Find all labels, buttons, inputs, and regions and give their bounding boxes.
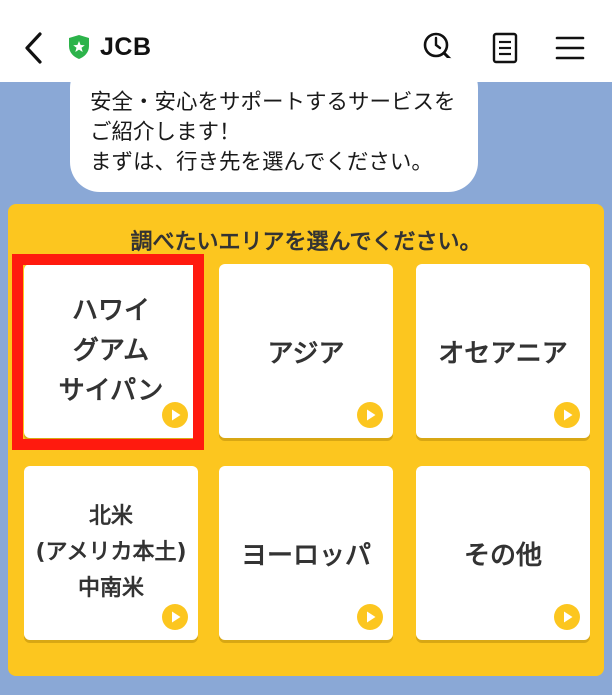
area-tile-north-latin-america[interactable]: 北米 (アメリカ本土) 中南米 <box>24 466 198 640</box>
selection-highlight-box <box>12 254 204 450</box>
back-button[interactable] <box>14 28 54 68</box>
area-tile-europe[interactable]: ヨーロッパ <box>219 466 393 640</box>
chat-message-bubble: 安全・安心をサポートするサービスをご紹介します！ まずは、行き先を選んでください… <box>70 58 478 192</box>
play-arrow-icon <box>357 402 383 428</box>
hamburger-menu-icon <box>555 36 585 60</box>
area-tile-other[interactable]: その他 <box>416 466 590 640</box>
play-arrow-icon <box>554 402 580 428</box>
document-icon <box>492 32 518 64</box>
back-arrow-icon <box>25 32 42 64</box>
play-arrow-icon <box>554 604 580 630</box>
area-tile-asia[interactable]: アジア <box>219 264 393 438</box>
play-arrow-icon <box>162 604 188 630</box>
play-arrow-icon <box>357 604 383 630</box>
notes-button[interactable] <box>487 30 523 66</box>
menu-button[interactable] <box>552 30 588 66</box>
chat-message-text: 安全・安心をサポートするサービスをご紹介します！ まずは、行き先を選んでください… <box>90 90 456 175</box>
area-menu-title: 調べたいエリアを選んでください。 <box>130 230 482 255</box>
area-tile-oceania[interactable]: オセアニア <box>416 264 590 438</box>
verified-shield-icon <box>69 35 89 59</box>
